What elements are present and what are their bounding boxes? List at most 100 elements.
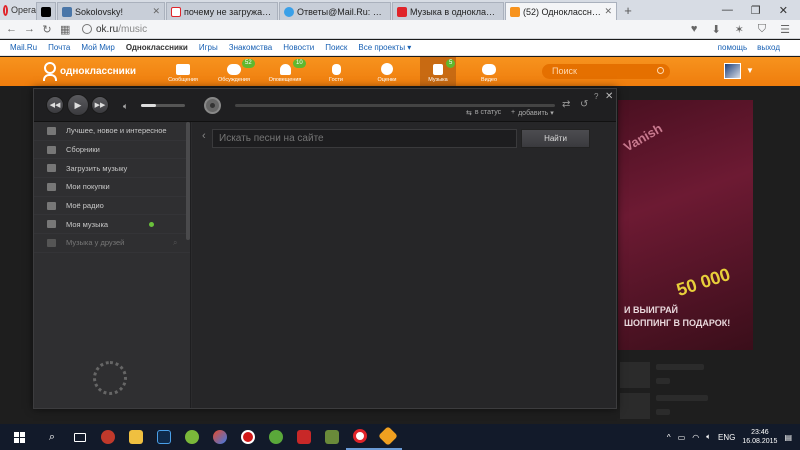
app-icon-tools[interactable]	[94, 424, 122, 450]
app-icon-star[interactable]	[374, 424, 402, 450]
sidebar-item-label: Моё радио	[66, 201, 104, 211]
nav-label: Оценки	[377, 77, 397, 83]
url-field[interactable]: ok.ru/music	[78, 22, 683, 37]
mailru-link-ok-current[interactable]: Одноклассники	[126, 43, 188, 52]
search-icon[interactable]: ⌕	[173, 238, 177, 248]
taskbar-search-icon[interactable]: ⌕	[38, 424, 66, 450]
app-icon-record[interactable]	[234, 424, 262, 450]
browser-tab-3[interactable]: Ответы@Mail.Ru: почему	[279, 2, 391, 20]
song-search-input[interactable]	[212, 129, 517, 148]
nav-ratings[interactable]: Оценки	[369, 57, 405, 86]
start-button[interactable]	[0, 424, 38, 450]
browser-tab-2[interactable]: почему не загружается м	[166, 2, 278, 20]
repeat-icon[interactable]: ↺	[580, 99, 588, 110]
back-chevron-icon[interactable]: ‹	[202, 130, 206, 142]
app-icon-arc[interactable]	[206, 424, 234, 450]
minimize-icon[interactable]: —	[722, 4, 733, 16]
close-tab-icon[interactable]: ✕	[152, 6, 160, 17]
sidebar-item-best[interactable]: Лучшее, новое и интересное	[34, 122, 190, 141]
to-status-button[interactable]: ⇆ в статус	[466, 109, 501, 117]
opera-menu-button[interactable]: Opera	[0, 0, 36, 20]
reload-icon[interactable]: ↻	[42, 23, 52, 36]
photoshop-icon[interactable]	[150, 424, 178, 450]
back-arrow-icon[interactable]: ←	[6, 23, 17, 35]
nav-guests[interactable]: Гости	[318, 57, 354, 86]
search-icon[interactable]	[657, 67, 664, 74]
forward-arrow-icon[interactable]: →	[24, 23, 35, 35]
sidebar-item-purchases[interactable]: Мои покупки	[34, 178, 190, 197]
sidebar-item-radio[interactable]: Моё радио	[34, 197, 190, 216]
file-explorer-icon[interactable]	[122, 424, 150, 450]
track-progress-bar[interactable]	[235, 104, 555, 107]
nav-video[interactable]: Видео	[471, 57, 507, 86]
network-icon[interactable]: ▭	[678, 433, 686, 442]
wifi-icon[interactable]: ◠	[692, 433, 699, 442]
music-favicon-icon	[397, 6, 407, 17]
clock-time: 23:46	[751, 429, 769, 436]
advertisement-banner[interactable]: Vanish 50 000 И ВЫИГРАЙ ШОППИНГ В ПОДАРО…	[618, 100, 753, 350]
mailru-link-news[interactable]: Новости	[283, 43, 314, 52]
task-view-icon[interactable]	[66, 424, 94, 450]
sidebar-item-friends-music[interactable]: Музыка у друзей ⌕	[34, 234, 190, 253]
sidebar-scrollbar[interactable]	[186, 122, 190, 240]
keyboard-lang[interactable]: ENG	[718, 433, 735, 442]
browser-tab-0[interactable]	[36, 2, 56, 20]
ok-search-input[interactable]: Поиск	[542, 64, 670, 79]
ok-logo[interactable]: одноклассники	[41, 62, 136, 80]
player-controls-bar: ◀◀ ▶ ▶▶ 🔈︎ ⇄ ↺ ? ✕ ⇆ в статус + добавить…	[34, 89, 616, 122]
notifications-icon[interactable]: ▤	[784, 433, 792, 442]
extensions-icon[interactable]: ☰	[780, 23, 790, 36]
close-tab-icon[interactable]: ✕	[604, 6, 612, 17]
find-button[interactable]: Найти	[521, 129, 590, 148]
nav-label: Сообщения	[168, 77, 198, 83]
shield-icon[interactable]: ⛉	[758, 23, 766, 36]
browser-tab-1[interactable]: Sokolovsky! ✕	[57, 2, 165, 20]
opera-taskbar-icon[interactable]	[346, 424, 374, 450]
app-icon-green[interactable]	[178, 424, 206, 450]
mailru-link-search[interactable]: Поиск	[325, 43, 347, 52]
heart-icon[interactable]: ♥	[691, 23, 698, 35]
new-tab-button[interactable]: +	[618, 2, 638, 20]
clock[interactable]: 23:46 16.08.2015	[742, 428, 777, 446]
utorrent-icon[interactable]	[262, 424, 290, 450]
help-icon[interactable]: ?	[594, 92, 598, 101]
tray-chevron-up-icon[interactable]: ^	[667, 433, 671, 442]
app-icon-z[interactable]	[290, 424, 318, 450]
mailru-link-mailru[interactable]: Mail.Ru	[10, 43, 37, 52]
mailru-link-mail[interactable]: Почта	[48, 43, 70, 52]
nav-discussions[interactable]: 52 Обсуждения	[216, 57, 255, 86]
avatar[interactable]	[724, 63, 741, 79]
help-link[interactable]: помощь	[718, 43, 747, 52]
shuffle-icon[interactable]: ⇄	[562, 99, 570, 110]
sidebar-item-upload[interactable]: Загрузить музыку	[34, 159, 190, 179]
speaker-icon[interactable]: 🔈︎	[123, 101, 128, 112]
logout-link[interactable]: выход	[757, 43, 780, 52]
nav-messages[interactable]: Сообщения	[165, 57, 201, 86]
previous-track-icon[interactable]: ◀◀	[46, 96, 64, 114]
mailru-link-dating[interactable]: Знакомства	[229, 43, 273, 52]
browser-tab-5-active[interactable]: (52) Одноклассники ✕	[505, 2, 617, 20]
speed-dial-icon[interactable]: ▦	[60, 23, 70, 36]
mailru-link-myworld[interactable]: Мой Мир	[81, 43, 114, 52]
mailru-link-games[interactable]: Игры	[199, 43, 218, 52]
close-window-icon[interactable]: ✕	[779, 4, 788, 17]
play-icon[interactable]: ▶	[67, 94, 89, 116]
close-icon[interactable]: ✕	[605, 91, 613, 102]
download-icon[interactable]: ⬇	[711, 23, 720, 36]
browser-tab-4[interactable]: Музыка в одноклассника	[392, 2, 504, 20]
star-icon[interactable]: ✶	[735, 23, 744, 36]
sidebar-item-my-music[interactable]: Моя музыка	[34, 215, 190, 235]
ok-nav: Сообщения 52 Обсуждения 10 Оповещения Го…	[165, 57, 522, 86]
online-status-dot	[149, 221, 154, 227]
mailru-link-all-projects[interactable]: Все проекты ▾	[358, 43, 411, 52]
next-track-icon[interactable]: ▶▶	[91, 96, 109, 114]
add-button[interactable]: + добавить ▾	[511, 109, 554, 117]
nav-notifications[interactable]: 10 Оповещения	[267, 57, 306, 86]
nav-music-active[interactable]: 5 Музыка	[420, 57, 456, 86]
sidebar-item-collections[interactable]: Сборники	[34, 141, 190, 160]
volume-icon[interactable]: 🔈︎	[706, 432, 711, 442]
chevron-down-icon[interactable]: ▼	[746, 66, 754, 75]
volume-slider[interactable]	[141, 104, 185, 107]
minecraft-icon[interactable]	[318, 424, 346, 450]
maximize-icon[interactable]: ❐	[751, 4, 761, 17]
